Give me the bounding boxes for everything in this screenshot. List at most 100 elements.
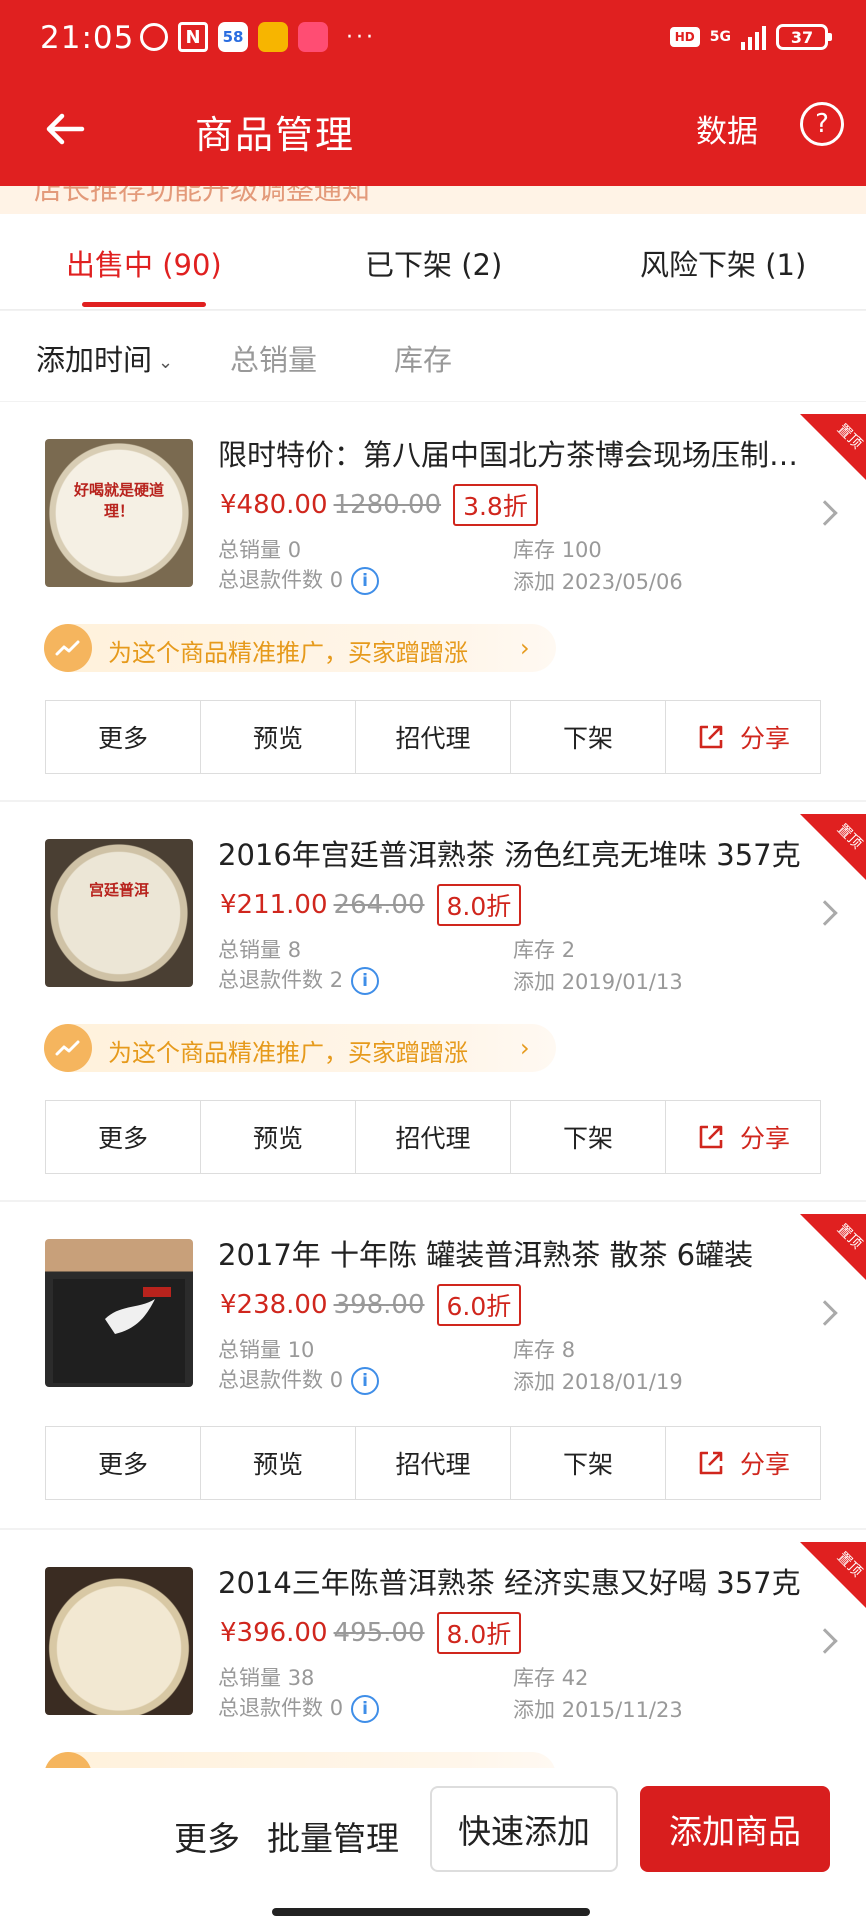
promotion-banner[interactable]: 为这个商品精准推广，买家蹭蹭涨 › <box>44 624 556 672</box>
sales-count: 总销量 10 <box>218 1334 314 1364</box>
more-menu-button[interactable]: 更多 <box>174 1812 240 1860</box>
product-title: 2017年 十年陈 罐装普洱熟茶 散茶 6罐装 <box>218 1238 754 1272</box>
product-card[interactable]: 置顶 2014三年陈普洱熟茶 经济实惠又好喝 357克 ¥396.00 495.… <box>0 1530 866 1800</box>
sort-by-stock[interactable]: 库存 <box>394 337 452 379</box>
share-button[interactable]: 分享 <box>666 1101 820 1173</box>
promotion-text: 为这个商品精准推广，买家蹭蹭涨 <box>108 1039 468 1067</box>
recruit-agent-button[interactable]: 招代理 <box>356 1427 511 1499</box>
price-row: ¥396.00 495.00 8.0折 <box>220 1612 522 1654</box>
stock-count: 库存 2 <box>513 934 575 964</box>
promotion-banner[interactable]: 为这个商品精准推广，买家蹭蹭涨 › <box>44 1024 556 1072</box>
tab-on-sale[interactable]: 出售中 (90) <box>66 242 222 284</box>
preview-button[interactable]: 预览 <box>201 1427 356 1499</box>
delist-button[interactable]: 下架 <box>511 1427 666 1499</box>
info-icon[interactable]: i <box>351 567 380 595</box>
share-button[interactable]: 分享 <box>666 1427 820 1499</box>
page-title: 商品管理 <box>195 113 356 157</box>
added-value: 2023/05/06 <box>561 570 683 594</box>
back-arrow-icon[interactable] <box>40 104 90 154</box>
batch-manage-button[interactable]: 批量管理 <box>267 1812 399 1860</box>
original-price: 495.00 <box>333 1618 425 1648</box>
home-indicator[interactable] <box>272 1908 590 1916</box>
product-card[interactable]: 宫廷普洱 置顶 2016年宫廷普洱熟茶 汤色红亮无堆味 357克 ¥211.00… <box>0 802 866 1200</box>
top-nav-bar: 商品管理 数据 ? <box>0 82 866 186</box>
chevron-right-icon[interactable] <box>812 500 838 526</box>
chevron-right-icon[interactable] <box>812 1628 838 1654</box>
product-actions: 更多 预览 招代理 下架 分享 <box>45 700 821 774</box>
shopping-app-icon <box>298 22 328 52</box>
added-value: 2015/11/23 <box>561 1698 683 1722</box>
pinned-badge: 置顶 <box>800 1542 866 1608</box>
tea-box-image <box>53 1279 185 1383</box>
recruit-agent-button[interactable]: 招代理 <box>356 1101 511 1173</box>
sort-by-sales[interactable]: 总销量 <box>230 337 317 379</box>
product-card[interactable]: 好喝就是硬道理！ 置顶 限时特价：第八届中国北方茶博会现场压制生茶饼 ¥480.… <box>0 402 866 800</box>
signal-icon <box>741 24 766 50</box>
pinned-label: 置顶 <box>833 821 865 853</box>
stock-label: 库存 <box>513 538 555 562</box>
added-label: 添加 <box>513 1370 555 1394</box>
info-icon[interactable]: i <box>351 1695 380 1723</box>
chevron-right-icon[interactable] <box>812 1300 838 1326</box>
product-price: ¥238.00 <box>220 1290 328 1320</box>
original-price: 1280.00 <box>333 490 442 520</box>
product-actions: 更多 预览 招代理 下架 分享 <box>45 1426 821 1500</box>
preview-button[interactable]: 预览 <box>201 1101 356 1173</box>
share-label: 分享 <box>739 724 790 753</box>
battery-icon: 37 <box>776 24 832 50</box>
info-icon[interactable]: i <box>351 967 380 995</box>
sort-bar: 添加时间 ⌄ 总销量 库存 <box>0 311 866 401</box>
notice-banner[interactable]: 店长推荐功能升级调整通知 <box>0 186 866 214</box>
discount-badge: 6.0折 <box>436 1284 522 1326</box>
added-value: 2018/01/19 <box>561 1370 683 1394</box>
added-label: 添加 <box>513 970 555 994</box>
refund-count: 总退款件数 0i <box>218 1692 380 1723</box>
sales-label: 总销量 <box>218 538 281 562</box>
product-card[interactable]: 置顶 2017年 十年陈 罐装普洱熟茶 散茶 6罐装 ¥238.00 398.0… <box>0 1202 866 1528</box>
delist-button[interactable]: 下架 <box>511 701 666 773</box>
sales-value: 38 <box>287 1666 315 1690</box>
discount-badge: 8.0折 <box>436 884 522 926</box>
add-product-button[interactable]: 添加商品 <box>640 1786 830 1872</box>
status-time: 21:05 <box>40 20 135 56</box>
stock-count: 库存 42 <box>513 1662 588 1692</box>
more-button[interactable]: 更多 <box>46 1427 201 1499</box>
promotion-text: 为这个商品精准推广，买家蹭蹭涨 <box>108 639 468 667</box>
pinned-label: 置顶 <box>833 421 865 453</box>
stock-value: 8 <box>561 1338 576 1362</box>
refund-count: 总退款件数 2i <box>218 964 380 995</box>
info-icon[interactable]: i <box>351 1367 380 1395</box>
product-title: 限时特价：第八届中国北方茶博会现场压制生茶饼 <box>218 438 808 472</box>
recruit-agent-button[interactable]: 招代理 <box>356 701 511 773</box>
chevron-right-icon[interactable] <box>812 900 838 926</box>
tab-delisted[interactable]: 已下架 (2) <box>365 242 502 284</box>
chevron-right-icon: › <box>520 1034 530 1062</box>
preview-button[interactable]: 预览 <box>201 701 356 773</box>
more-button[interactable]: 更多 <box>46 701 201 773</box>
sales-count: 总销量 0 <box>218 534 301 564</box>
quick-add-button[interactable]: 快速添加 <box>430 1786 618 1872</box>
product-thumbnail <box>45 1239 193 1387</box>
pinned-badge: 置顶 <box>800 814 866 880</box>
stock-value: 42 <box>561 1666 589 1690</box>
notes-app-icon <box>258 22 288 52</box>
sales-value: 0 <box>287 538 302 562</box>
sort-label: 添加时间 <box>36 343 153 377</box>
product-price: ¥396.00 <box>220 1618 328 1648</box>
data-link[interactable]: 数据 <box>696 106 758 151</box>
added-value: 2019/01/13 <box>561 970 683 994</box>
sort-by-added-time[interactable]: 添加时间 ⌄ <box>36 337 173 379</box>
delist-button[interactable]: 下架 <box>511 1101 666 1173</box>
help-icon[interactable]: ? <box>800 102 844 146</box>
nfc-icon: N <box>178 22 208 52</box>
refund-label: 总退款件数 <box>218 568 323 592</box>
sales-label: 总销量 <box>218 1666 281 1690</box>
trend-chart-icon <box>44 1024 92 1072</box>
more-button[interactable]: 更多 <box>46 1101 201 1173</box>
tab-risk-delisted[interactable]: 风险下架 (1) <box>640 242 806 284</box>
share-button[interactable]: 分享 <box>666 701 820 773</box>
stock-value: 100 <box>561 538 602 562</box>
chevron-right-icon: › <box>520 634 530 662</box>
sales-value: 8 <box>287 938 302 962</box>
share-label: 分享 <box>739 1450 790 1479</box>
